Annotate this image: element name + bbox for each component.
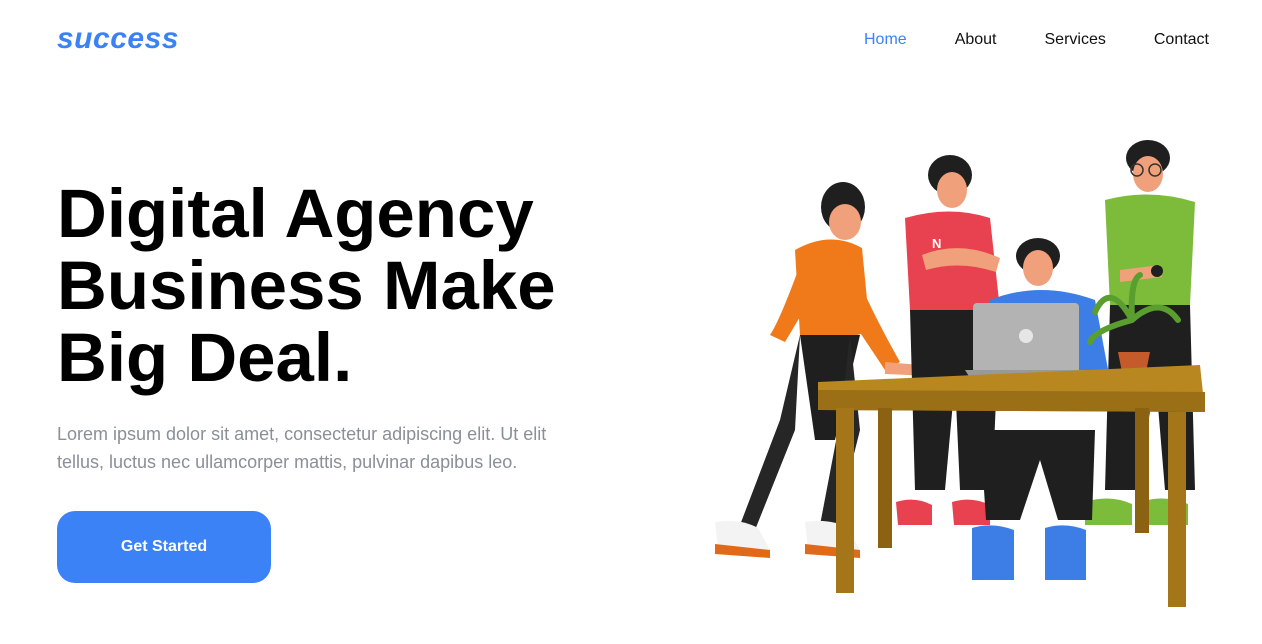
hero-title: Digital Agency Business Make Big Deal. <box>57 178 617 394</box>
hero-title-line-3: Big Deal. <box>57 319 353 396</box>
nav-home[interactable]: Home <box>864 30 907 50</box>
shirt-letter: N <box>932 236 941 251</box>
hero-description: Lorem ipsum dolor sit amet, consectetur … <box>57 420 577 476</box>
nav-contact[interactable]: Contact <box>1154 30 1209 50</box>
main-nav: Home About Services Contact <box>864 30 1209 50</box>
laptop <box>965 303 1090 378</box>
nav-services[interactable]: Services <box>1045 30 1106 50</box>
nav-about[interactable]: About <box>955 30 997 50</box>
team-illustration: N <box>715 140 1205 607</box>
hero-description-line-1: Lorem ipsum dolor sit amet, consectetur … <box>57 424 547 444</box>
hero-title-line-2: Business Make <box>57 247 556 324</box>
logo[interactable]: success <box>57 22 179 56</box>
hero-title-line-1: Digital Agency <box>57 175 534 252</box>
get-started-button[interactable]: Get Started <box>57 511 271 583</box>
hero-description-line-2: tellus, luctus nec ullamcorper mattis, p… <box>57 452 518 472</box>
